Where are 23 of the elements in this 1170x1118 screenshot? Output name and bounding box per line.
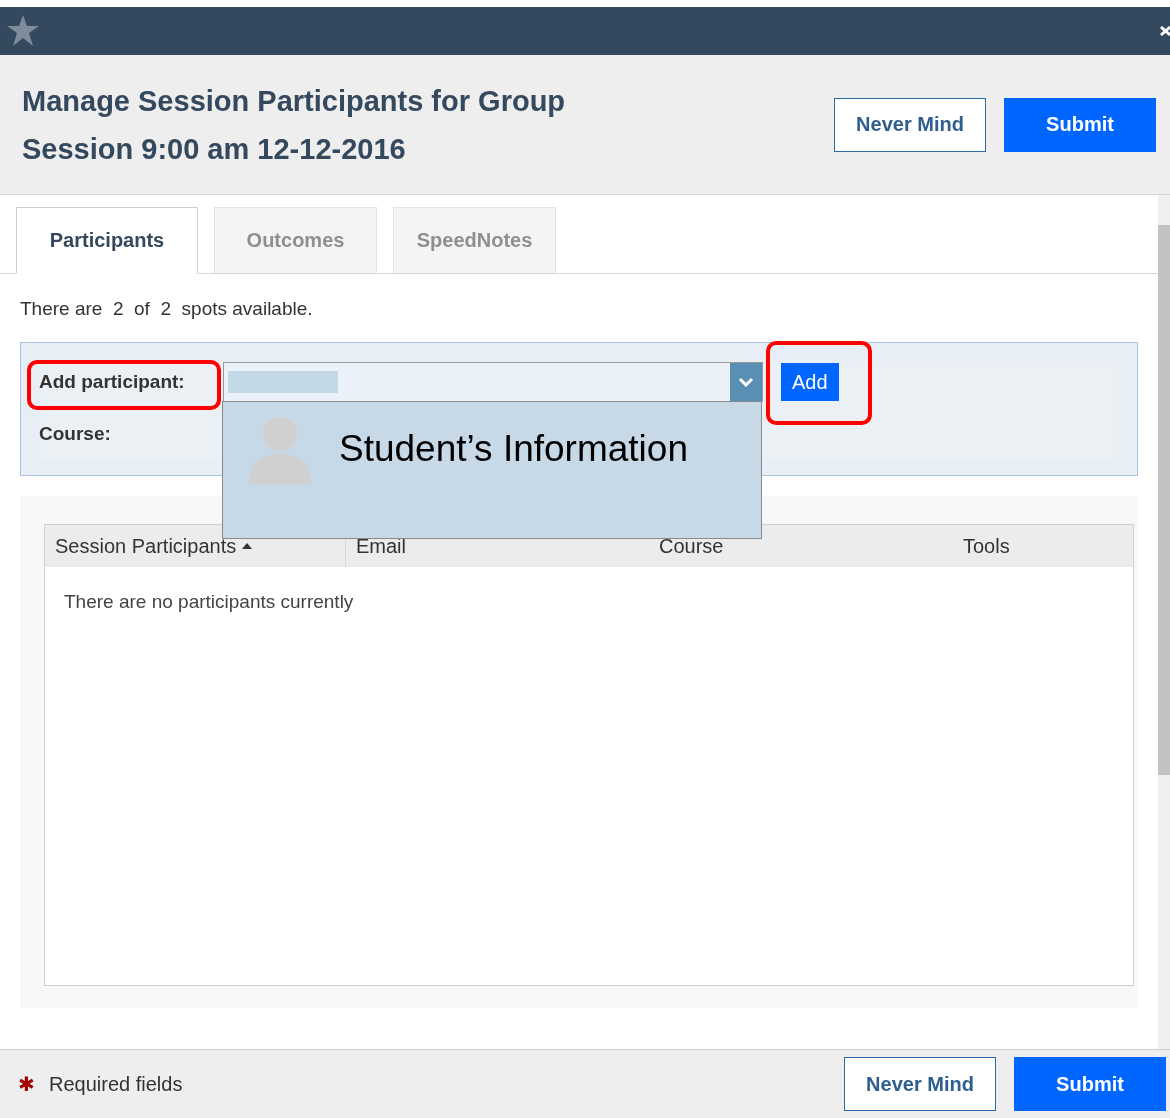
add-button[interactable]: Add	[781, 363, 839, 401]
dropdown-option[interactable]: Student’s Information	[222, 401, 762, 539]
required-note: Required fields	[49, 1073, 183, 1095]
availability-text: There are 2 of 2 spots available.	[20, 298, 314, 320]
field-label: Add participant:	[39, 371, 186, 393]
required-asterisk: ✱	[18, 1073, 35, 1095]
column-header[interactable]: Tools	[953, 525, 1133, 567]
participant-dropdown[interactable]	[223, 362, 763, 402]
dropdown-caret-icon[interactable]	[730, 363, 762, 401]
submit-button[interactable]: Submit	[1004, 97, 1156, 152]
submit-button[interactable]: Submit	[1014, 1057, 1166, 1111]
field-label: Course:	[39, 423, 112, 445]
cancel-button[interactable]: Never Mind	[844, 1057, 996, 1111]
cancel-button[interactable]: Never Mind	[834, 97, 986, 152]
scrollbar[interactable]	[1158, 195, 1170, 1049]
dialog-title: Manage Session Participants for Group	[22, 83, 566, 119]
column-header[interactable]: Email	[345, 525, 649, 567]
sort-up-icon	[242, 543, 253, 549]
star-logo-icon	[6, 13, 40, 49]
tab[interactable]: Participants	[16, 207, 198, 274]
empty-message: There are no participants currently	[64, 591, 355, 613]
close-icon[interactable]	[1160, 24, 1170, 38]
dialog-title: Session 9:00 am 12-12-2016	[22, 131, 407, 167]
